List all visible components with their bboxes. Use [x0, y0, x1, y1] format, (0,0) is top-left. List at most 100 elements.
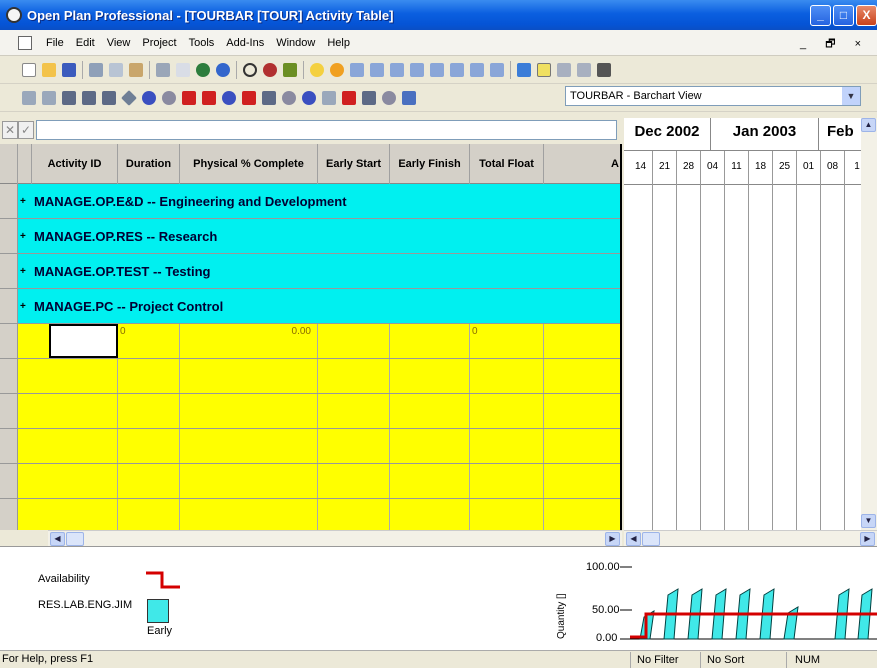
table-cell[interactable]: [470, 394, 544, 428]
col-early-finish[interactable]: Early Finish: [390, 144, 470, 184]
summary-row[interactable]: + MANAGE.OP.E&D -- Engineering and Devel…: [0, 184, 620, 219]
expand-button[interactable]: +: [20, 254, 32, 289]
expand-button[interactable]: +: [20, 184, 32, 219]
info-icon[interactable]: [310, 62, 324, 77]
table-cell[interactable]: [118, 499, 180, 530]
row-selector[interactable]: [0, 429, 18, 463]
gear-2-icon[interactable]: [282, 90, 296, 105]
activity-id-cell[interactable]: [49, 324, 118, 358]
menu-tools[interactable]: Tools: [183, 37, 221, 49]
empty-row[interactable]: [0, 499, 620, 530]
row-selector[interactable]: [0, 254, 18, 288]
cell-edit-input[interactable]: [36, 120, 617, 140]
mdi-controls[interactable]: _ 🗗 ×: [800, 35, 869, 54]
table-cell[interactable]: [118, 394, 180, 428]
resource-3-icon[interactable]: [242, 90, 256, 105]
new-activity-row[interactable]: 0 0.00 0: [0, 324, 620, 359]
arrow-left-icon[interactable]: [470, 62, 484, 77]
print-icon[interactable]: [156, 62, 170, 77]
expand-button[interactable]: +: [20, 289, 32, 324]
empty-row[interactable]: [0, 394, 620, 429]
table-cell[interactable]: [318, 464, 390, 498]
empty-row[interactable]: [0, 359, 620, 394]
table-cell[interactable]: [470, 429, 544, 463]
table-cell[interactable]: [49, 464, 118, 498]
unlink-icon[interactable]: [410, 62, 424, 77]
minimize-button[interactable]: _: [810, 5, 831, 26]
duration-cell[interactable]: 0: [118, 324, 180, 358]
scroll-right-button[interactable]: ▶: [605, 532, 620, 546]
table-cell[interactable]: [118, 429, 180, 463]
row-selector[interactable]: [0, 464, 18, 498]
table-cell[interactable]: [180, 464, 318, 498]
table-cell[interactable]: [390, 499, 470, 530]
table-horizontal-scrollbar[interactable]: ◀ ▶: [48, 530, 622, 546]
table-cell[interactable]: [390, 359, 470, 393]
barchart-view-7-icon[interactable]: [322, 90, 336, 105]
col-truncated[interactable]: A: [544, 144, 620, 184]
resource-2-icon[interactable]: [202, 90, 216, 105]
row-selector-header[interactable]: [0, 144, 18, 184]
scroll-thumb[interactable]: [66, 532, 84, 546]
barchart-view-8-icon[interactable]: [362, 90, 376, 105]
open-folder-icon[interactable]: [42, 62, 56, 77]
barchart-view-3-icon[interactable]: [62, 90, 76, 105]
table-cell[interactable]: [390, 394, 470, 428]
summary-row[interactable]: + MANAGE.OP.TEST -- Testing: [0, 254, 620, 289]
paste-icon[interactable]: [129, 62, 143, 77]
scroll-left-button[interactable]: ◀: [626, 532, 641, 546]
table-cell[interactable]: [180, 359, 318, 393]
scroll-left-button[interactable]: ◀: [50, 532, 65, 546]
resource-4-icon[interactable]: [342, 90, 356, 105]
chevron-down-icon[interactable]: ▼: [842, 87, 860, 105]
pin-icon[interactable]: [557, 62, 571, 77]
table-cell[interactable]: [390, 429, 470, 463]
menu-file[interactable]: File: [40, 37, 70, 49]
menu-window[interactable]: Window: [270, 37, 321, 49]
row-selector[interactable]: [0, 324, 18, 358]
barchart-view-2-icon[interactable]: [42, 90, 56, 105]
physical-complete-cell[interactable]: 0.00: [180, 324, 318, 358]
shield-icon[interactable]: [142, 90, 156, 105]
report-icon[interactable]: [402, 90, 416, 105]
row-selector[interactable]: [0, 219, 18, 253]
col-physical-complete[interactable]: Physical % Complete: [180, 144, 318, 184]
col-total-float[interactable]: Total Float: [470, 144, 544, 184]
barchart-view-4-icon[interactable]: [82, 90, 96, 105]
clock-icon[interactable]: [243, 62, 257, 77]
gear-3-icon[interactable]: [382, 90, 396, 105]
close-button[interactable]: X: [856, 5, 877, 26]
empty-row[interactable]: [0, 429, 620, 464]
table-cell[interactable]: [180, 499, 318, 530]
table-cell[interactable]: [118, 464, 180, 498]
menu-help[interactable]: Help: [321, 37, 356, 49]
arrow-right-icon[interactable]: [490, 62, 504, 77]
scroll-right-button[interactable]: ▶: [860, 532, 875, 546]
early-start-cell[interactable]: [318, 324, 390, 358]
percent-badge-icon[interactable]: [330, 62, 344, 77]
table-cell[interactable]: [49, 394, 118, 428]
col-early-start[interactable]: Early Start: [318, 144, 390, 184]
table-cell[interactable]: [470, 464, 544, 498]
pin-alt-icon[interactable]: [577, 62, 591, 77]
table-cell[interactable]: [118, 359, 180, 393]
table-cell[interactable]: [180, 429, 318, 463]
barchart-view-icon[interactable]: [22, 90, 36, 105]
shield-2-icon[interactable]: [222, 90, 236, 105]
scroll-down-button[interactable]: ▼: [861, 514, 876, 528]
arrow-down-icon[interactable]: [430, 62, 444, 77]
gantt-horizontal-scrollbar[interactable]: ◀ ▶: [624, 530, 877, 546]
arrow-up-icon[interactable]: [450, 62, 464, 77]
resource-icon[interactable]: [182, 90, 196, 105]
table-cell[interactable]: [180, 394, 318, 428]
table-cell[interactable]: [470, 499, 544, 530]
table-cell[interactable]: [318, 429, 390, 463]
gantt-vertical-scrollbar[interactable]: ▲ ▼: [861, 118, 877, 530]
barchart-view-5-icon[interactable]: [102, 90, 116, 105]
table-cell[interactable]: [318, 394, 390, 428]
table-cell[interactable]: [318, 359, 390, 393]
row-selector[interactable]: [0, 184, 18, 218]
cancel-edit-button[interactable]: ✕: [2, 121, 18, 139]
table-cell[interactable]: [49, 359, 118, 393]
save-icon[interactable]: [62, 62, 76, 77]
